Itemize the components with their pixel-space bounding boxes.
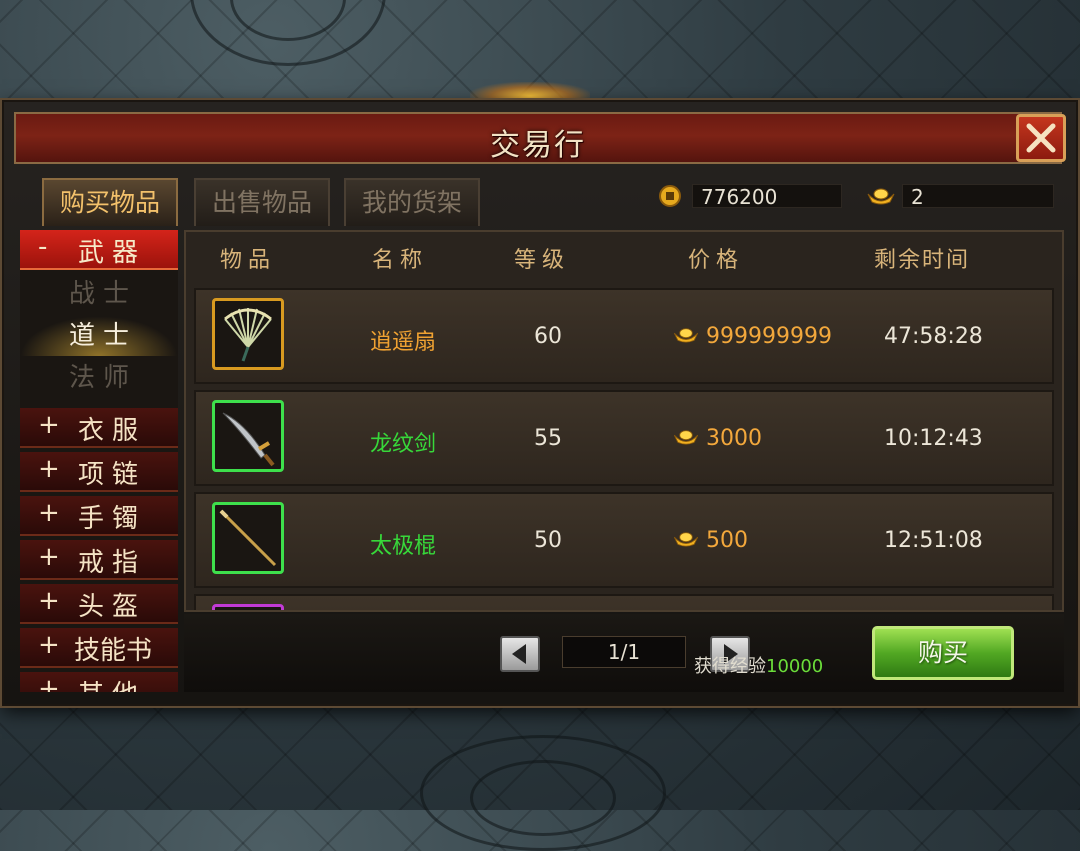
coin-icon (659, 185, 681, 207)
table-row[interactable]: 逍遥扇 60 999999999 47:58:28 (194, 288, 1054, 384)
item-slot[interactable] (212, 604, 284, 610)
item-slot[interactable] (212, 502, 284, 574)
header-price: 价格 (688, 248, 745, 273)
category-label: 其他 (78, 674, 146, 692)
subcategory-warrior[interactable]: 战士 (20, 274, 178, 314)
fan-icon (224, 308, 272, 362)
category-helmet[interactable]: + 头盔 (20, 584, 178, 624)
page-indicator: 1/1 (562, 636, 686, 668)
subcategory-taoist[interactable]: 道士 (20, 316, 178, 356)
category-label: 头盔 (78, 592, 147, 622)
item-price: 999999999 (706, 324, 832, 349)
gold-ingot-icon (673, 430, 699, 445)
subcategory-mage[interactable]: 法师 (20, 358, 178, 398)
item-time-left: 47:58:28 (884, 324, 983, 349)
expand-icon: + (38, 454, 60, 484)
category-clothes[interactable]: + 衣服 (20, 408, 178, 448)
expand-icon: + (38, 630, 60, 660)
expand-icon: + (38, 674, 60, 692)
auction-house-panel: 交易行 购买物品 出售物品 我的货架 776200 2 - 武器 战士 道士 法… (2, 100, 1078, 706)
category-ring[interactable]: + 戒指 (20, 540, 178, 580)
expand-icon: + (38, 586, 60, 616)
buy-button[interactable]: 购买 (872, 626, 1014, 680)
window-title: 交易行 (490, 128, 586, 163)
gold-ingot-icon (673, 328, 699, 343)
item-level: 50 (534, 528, 562, 553)
tab-buy-items[interactable]: 购买物品 (42, 178, 178, 226)
item-name: 太极棍 (370, 534, 437, 559)
staff-icon (219, 509, 277, 567)
tab-sell-items[interactable]: 出售物品 (194, 178, 330, 226)
table-row[interactable]: 龙纹剑 55 3000 10:12:43 (194, 390, 1054, 486)
floor-ornament (470, 760, 616, 836)
table-row[interactable]: 太极棍 50 500 12:51:08 (194, 492, 1054, 588)
coin-balance: 776200 (692, 184, 842, 209)
item-time-left: 12:51:08 (884, 528, 983, 553)
header-level: 等级 (514, 248, 571, 273)
sword-icon (222, 412, 275, 467)
expand-icon: + (38, 410, 60, 440)
prev-page-button[interactable] (500, 636, 540, 672)
expand-icon: + (38, 498, 60, 528)
category-necklace[interactable]: + 项链 (20, 452, 178, 492)
expand-icon: + (38, 542, 60, 572)
item-slot[interactable] (212, 298, 284, 370)
category-weapons[interactable]: - 武器 (20, 230, 178, 270)
item-list: 物品 名称 等级 价格 剩余时间 逍遥扇 60 999999999 47:58:… (184, 230, 1064, 612)
category-bracelet[interactable]: + 手镯 (20, 496, 178, 536)
gold-ingot-icon (673, 532, 699, 547)
table-row[interactable] (194, 594, 1054, 610)
gold-ingot-icon (867, 188, 895, 205)
category-label: 项链 (78, 460, 147, 490)
category-label: 武器 (78, 238, 147, 268)
close-button[interactable] (1016, 114, 1066, 162)
header-item: 物品 (220, 248, 277, 273)
category-menu: - 武器 战士 道士 法师 + 衣服 + 项链 + 手镯 + 戒指 + 头盔 +… (20, 230, 178, 692)
collapse-icon: - (38, 232, 48, 262)
category-label: 戒指 (78, 548, 147, 578)
arrow-left-icon (512, 644, 526, 664)
item-price: 500 (706, 528, 748, 553)
exp-reward: 获得经验10000 (694, 652, 823, 678)
item-time-left: 10:12:43 (884, 426, 983, 451)
item-price: 3000 (706, 426, 762, 451)
exp-label: 获得经验 (694, 656, 766, 677)
list-footer: 1/1 获得经验10000 购买 (184, 614, 1064, 692)
category-skill-book[interactable]: + 技能书 (20, 628, 178, 668)
category-label: 衣服 (78, 416, 147, 446)
header-time-left: 剩余时间 (874, 248, 971, 273)
item-level: 55 (534, 426, 562, 451)
item-name: 逍遥扇 (370, 330, 437, 355)
title-bar: 交易行 (14, 112, 1062, 164)
header-name: 名称 (372, 248, 429, 273)
item-level: 60 (534, 324, 562, 349)
category-label: 技能书 (74, 636, 153, 666)
item-slot[interactable] (212, 400, 284, 472)
category-label: 手镯 (78, 504, 147, 534)
close-icon (1026, 123, 1056, 153)
item-name: 龙纹剑 (370, 432, 437, 457)
exp-value: 10000 (766, 656, 824, 677)
tab-my-shelf[interactable]: 我的货架 (344, 178, 480, 226)
ingot-balance: 2 (902, 184, 1054, 209)
category-other[interactable]: + 其他 (20, 672, 178, 692)
